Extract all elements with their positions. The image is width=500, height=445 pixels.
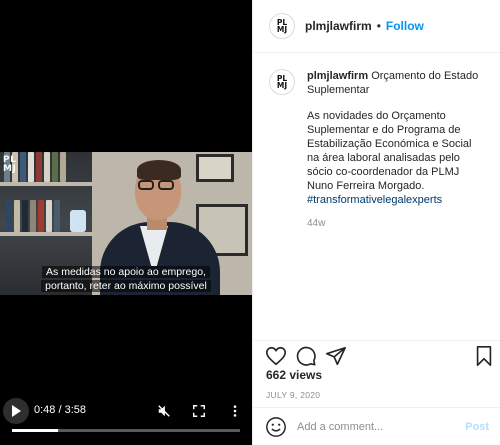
video-controls: 0:48 / 3:58	[0, 398, 252, 428]
caption-area: PL MJ plmjlawfirm Orçamento do Estado Sup…	[253, 53, 500, 340]
more-vertical-icon[interactable]	[228, 404, 242, 418]
comment-input[interactable]	[297, 420, 466, 433]
emoji-icon[interactable]	[265, 416, 287, 438]
fullscreen-icon[interactable]	[192, 404, 206, 418]
wall-picture	[196, 154, 234, 182]
video-progress-fill	[12, 429, 58, 432]
play-icon	[12, 405, 21, 417]
plmj-watermark: PL MJ	[3, 155, 17, 174]
play-button[interactable]	[3, 398, 29, 424]
follow-button[interactable]: Follow	[386, 19, 424, 33]
video-frame[interactable]: PL MJ As medidas no apoio ao emprego, por…	[0, 152, 252, 295]
caption-username[interactable]: plmjlawfirm	[307, 70, 368, 82]
video-player[interactable]: PL MJ As medidas no apoio ao emprego, por…	[0, 0, 252, 445]
hashtag-link[interactable]: #transformativelegalexperts	[307, 194, 442, 206]
subtitle-line-1: As medidas no apoio ao emprego,	[42, 266, 210, 278]
avatar[interactable]: PL MJ	[269, 13, 295, 39]
view-count[interactable]: 662 views	[266, 368, 322, 382]
paper-plane-icon[interactable]	[325, 345, 347, 367]
post-sidebar: PL MJ plmjlawfirm • Follow PL MJ plmjlawfi…	[252, 0, 500, 445]
video-subtitle: As medidas no apoio ao emprego, portanto…	[0, 265, 252, 293]
comment-icon[interactable]	[295, 345, 317, 367]
post-button[interactable]: Post	[465, 421, 489, 433]
muted-speaker-icon[interactable]	[157, 404, 171, 418]
comment-bar: Post	[253, 407, 500, 445]
action-bar	[253, 340, 500, 370]
subtitle-line-2: portanto, reter ao máximo possível	[41, 280, 211, 292]
header-separator: •	[376, 19, 381, 33]
caption-body-text: As novidades do Orçamento Suplementar e …	[307, 110, 472, 192]
post-header: PL MJ plmjlawfirm • Follow	[253, 0, 500, 53]
post-date: JULY 9, 2020	[266, 390, 321, 400]
caption-time-ago: 44w	[307, 218, 326, 229]
video-time: 0:48 / 3:58	[34, 404, 86, 416]
caption-avatar[interactable]: PL MJ	[269, 69, 295, 95]
speaker-glasses	[138, 180, 178, 190]
caption-text: plmjlawfirm Orçamento do Estado Suplemen…	[307, 69, 484, 231]
heart-icon[interactable]	[265, 345, 287, 367]
video-progress-bar[interactable]	[12, 429, 240, 432]
caption-row: PL MJ plmjlawfirm Orçamento do Estado Sup…	[269, 69, 484, 231]
post-modal: PL MJ As medidas no apoio ao emprego, por…	[0, 0, 500, 445]
caption-body: As novidades do Orçamento Suplementar e …	[307, 109, 484, 207]
header-username[interactable]: plmjlawfirm	[305, 19, 372, 33]
speaker-hair	[137, 160, 181, 180]
bookmark-icon[interactable]	[473, 345, 495, 367]
